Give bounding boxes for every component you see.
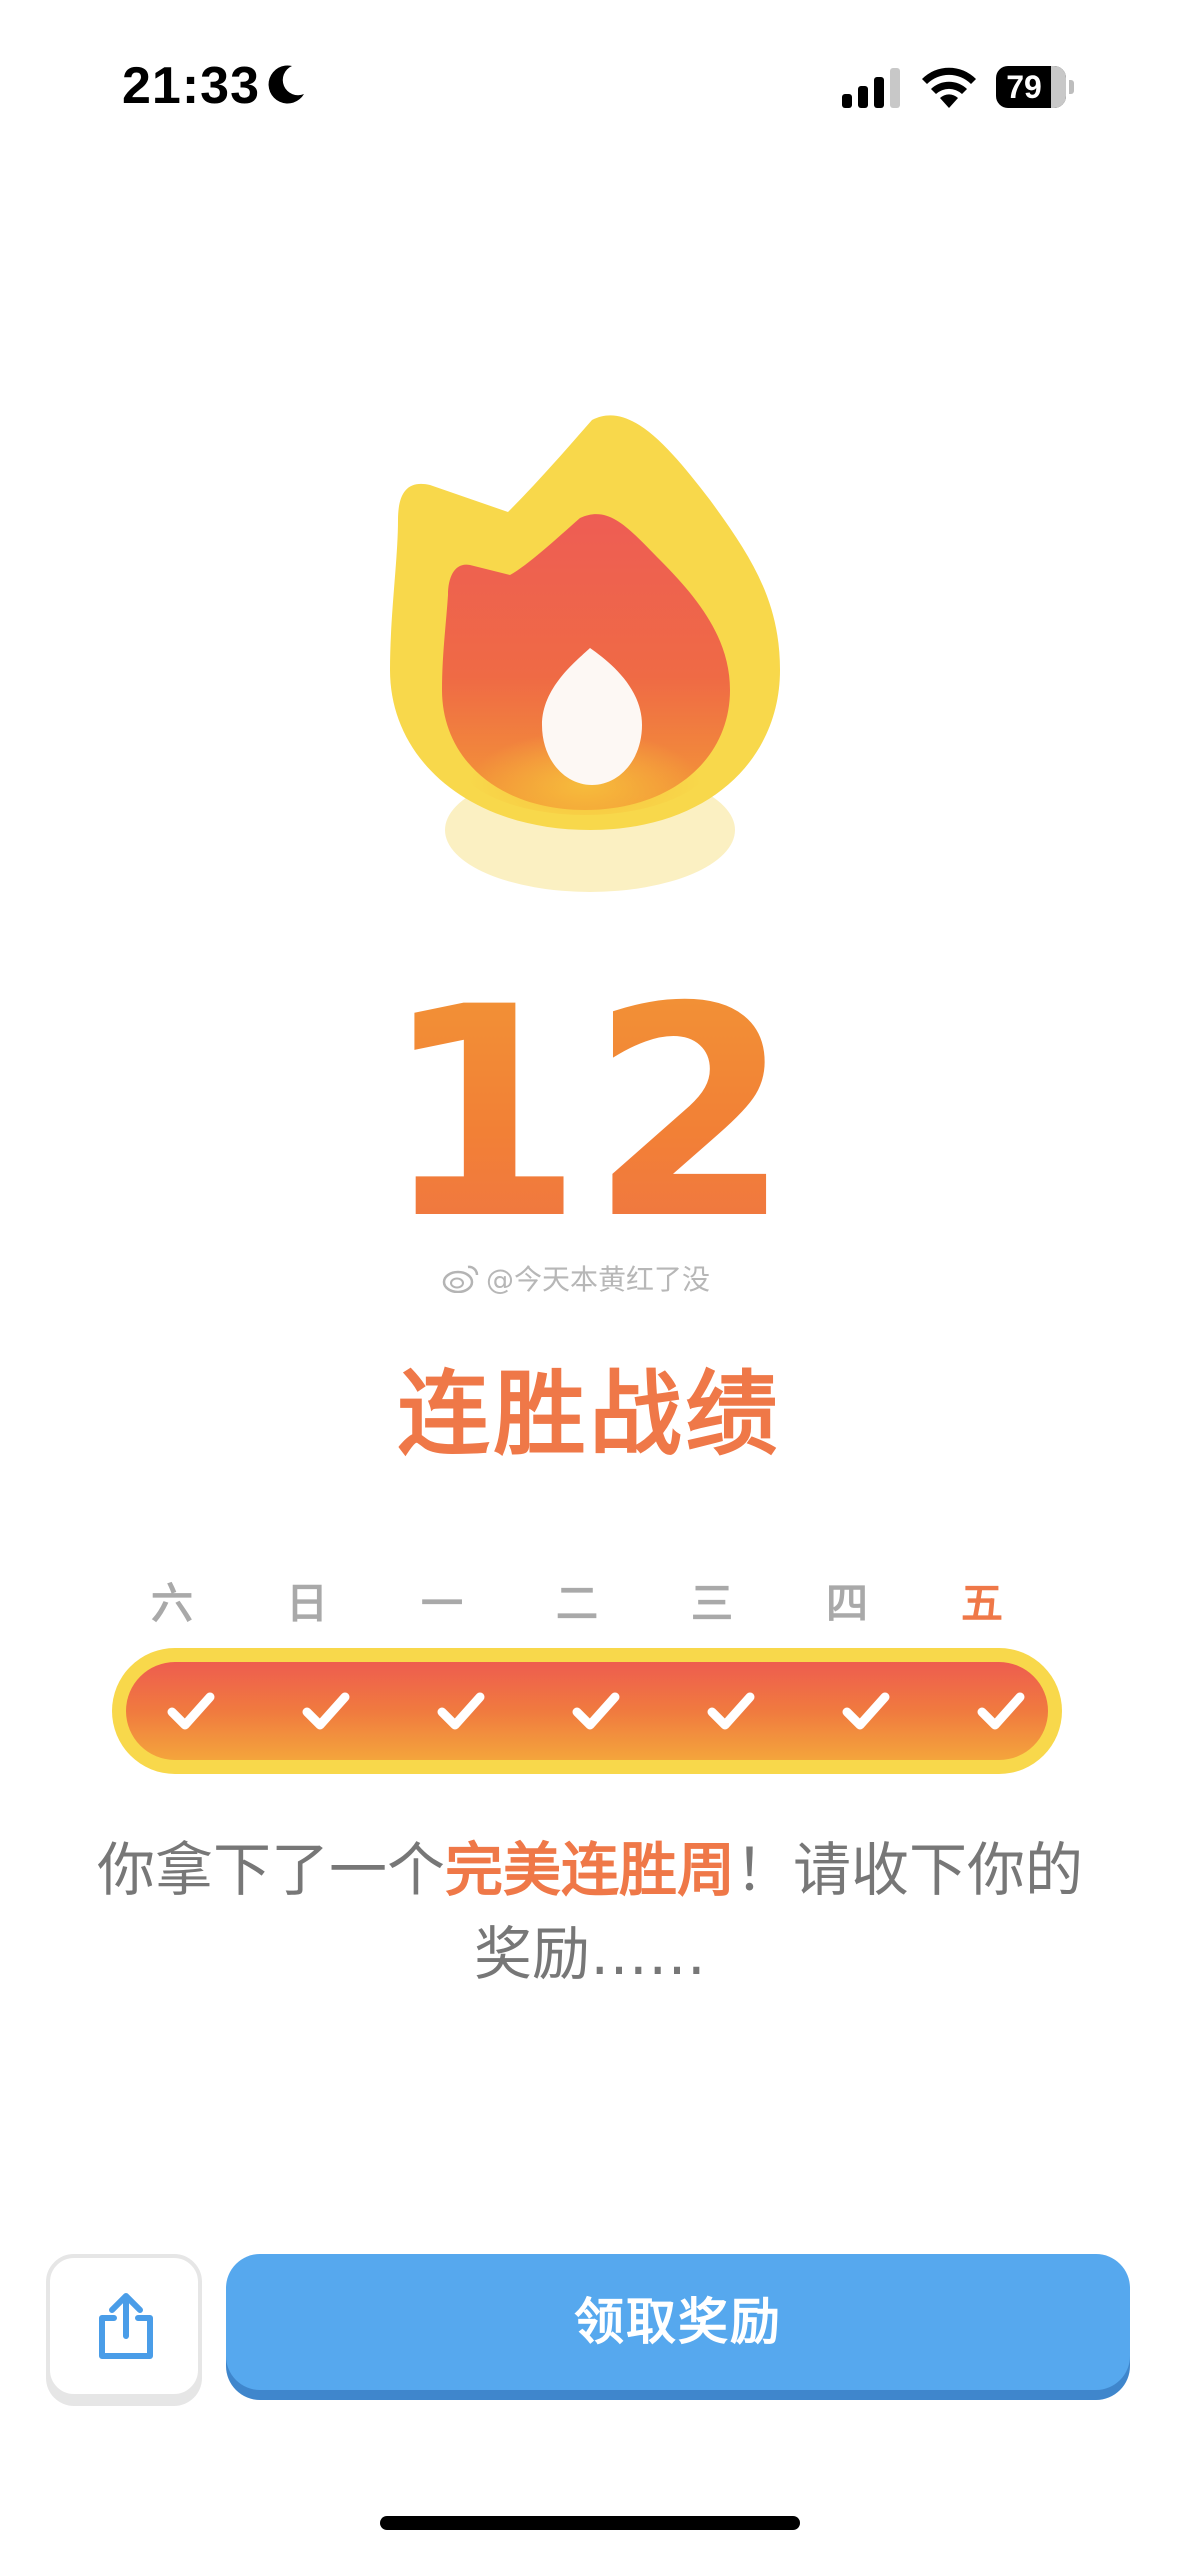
status-time: 21:33: [122, 57, 260, 115]
battery-level: 79: [1006, 69, 1042, 105]
week-progress-fill: [126, 1662, 1048, 1760]
share-button[interactable]: [46, 2254, 202, 2398]
check-icon: [572, 1692, 620, 1730]
reward-message-prefix: 你拿下了一个: [96, 1836, 445, 1904]
day-label-mon: 一: [420, 1579, 463, 1628]
day-label-tue: 二: [555, 1579, 598, 1628]
day-label-sat: 六: [150, 1579, 193, 1628]
wifi-icon: [922, 67, 976, 108]
streak-count: 12: [0, 950, 1179, 1280]
moon-icon: [268, 65, 304, 104]
status-bar: 21:33 79: [0, 0, 1179, 170]
check-icon: [302, 1692, 350, 1730]
battery-icon: 79: [996, 66, 1076, 108]
signal-icon: [842, 68, 900, 108]
week-progress-bar: [112, 1648, 1062, 1774]
check-icon: [167, 1692, 215, 1730]
check-icon: [977, 1692, 1025, 1730]
streak-title: 连胜战绩: [397, 1361, 782, 1468]
day-label-fri: 五: [960, 1579, 1003, 1628]
check-icon: [842, 1692, 890, 1730]
day-label-sun: 日: [285, 1579, 328, 1628]
week-day-labels: 六 日 一 二 三 四 五: [122, 1570, 1062, 1630]
check-icon: [437, 1692, 485, 1730]
claim-reward-label: 领取奖励: [574, 2293, 782, 2351]
watermark: @今天本黄红了没: [442, 1258, 710, 1298]
reward-message-highlight: 完美连胜周: [444, 1836, 735, 1904]
day-label-wed: 三: [690, 1579, 733, 1628]
reward-message: 你拿下了一个完美连胜周！请收下你的奖励……: [80, 1828, 1100, 1996]
check-icon: [707, 1692, 755, 1730]
day-label-thu: 四: [825, 1579, 868, 1628]
claim-reward-button[interactable]: 领取奖励: [226, 2254, 1130, 2390]
share-icon: [99, 2293, 153, 2359]
flame-icon: [390, 415, 780, 892]
weibo-icon: [442, 1265, 479, 1293]
watermark-text: @今天本黄红了没: [486, 1263, 711, 1296]
home-indicator[interactable]: [380, 2516, 800, 2530]
